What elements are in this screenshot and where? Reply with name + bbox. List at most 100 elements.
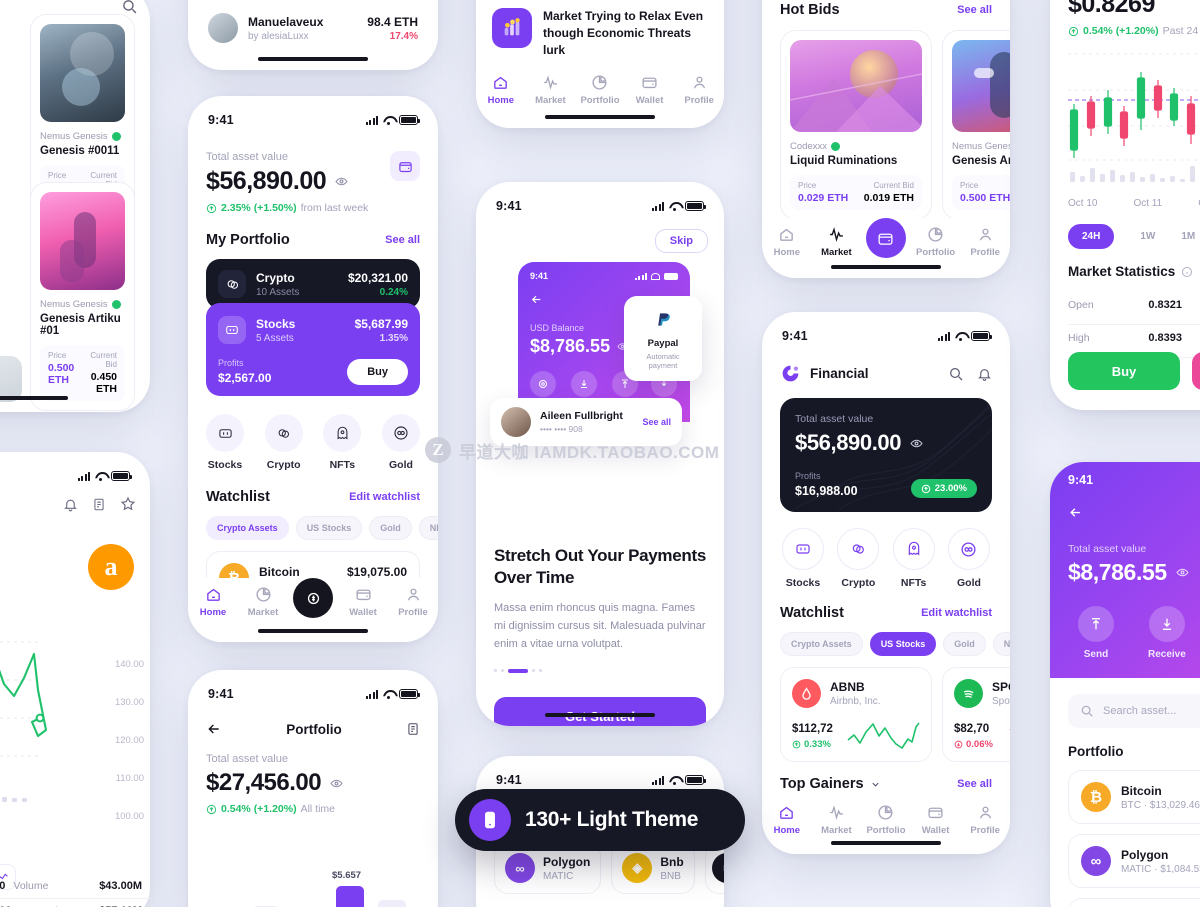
paypal-card[interactable]: Paypal Automatic payment	[624, 296, 702, 381]
filter-chip-us-stocks[interactable]: US Stocks	[869, 632, 937, 656]
tab-label: Market	[821, 825, 852, 836]
tab-home[interactable]: Home	[188, 586, 238, 618]
stock-card-spot[interactable]: SPOT Spotify Tec $82,70 0.06%	[942, 667, 1010, 762]
asset-row-solana[interactable]: Solana	[1068, 898, 1200, 907]
edit-watchlist-link[interactable]: Edit watchlist	[921, 607, 992, 619]
tab-market[interactable]: Market	[238, 586, 288, 618]
quick-action-crypto[interactable]: Crypto	[264, 414, 303, 471]
quick-action-stocks[interactable]: Stocks	[206, 414, 244, 471]
tab-market[interactable]: Market	[526, 74, 576, 106]
nft-card[interactable]: Nemus Genesis Genesis Artiku #01 Price 0…	[30, 182, 135, 411]
nft-list-row[interactable]: Manuelaveux by alesiaLuxx 98.4 ETH 17.4%	[196, 2, 430, 54]
filter-chip-nfts[interactable]: NFTs	[418, 516, 438, 540]
tab-profile[interactable]: Profile	[960, 226, 1010, 258]
document-icon[interactable]	[92, 497, 106, 512]
tab-portfolio[interactable]: Portfolio	[911, 226, 961, 258]
chevron-down-icon[interactable]	[870, 779, 881, 790]
back-arrow-icon[interactable]	[206, 721, 222, 737]
news-headline[interactable]: Market Trying to Relax Even though Econo…	[543, 8, 708, 59]
tab-profile[interactable]: Profile	[960, 804, 1010, 836]
eye-icon[interactable]	[910, 437, 923, 450]
see-all-link[interactable]: See all	[957, 4, 992, 16]
quick-action-nfts[interactable]: NFTs	[323, 414, 362, 471]
range-1m[interactable]: 1M	[1181, 231, 1195, 242]
asset-row-bitcoin[interactable]: ₿ Bitcoin BTC · $13,029.46	[1068, 770, 1200, 824]
portfolio-card-stocks[interactable]: Stocks 5 Assets $5,687.99 1.35% Profits …	[206, 303, 420, 396]
buy-button[interactable]: Buy	[347, 359, 408, 385]
tab-wallet[interactable]: Wallet	[338, 586, 388, 618]
see-all-link[interactable]: See all	[957, 778, 992, 790]
get-started-button[interactable]: Get Started	[494, 696, 706, 726]
creator-name: Nemus Genesis	[952, 141, 1010, 152]
range-24h[interactable]: 24H	[1068, 224, 1115, 249]
tab-bar: Home Market Portfolio Wallet Profile	[762, 796, 1010, 854]
filter-chip-gold[interactable]: Gold	[369, 516, 412, 540]
star-icon[interactable]	[120, 496, 136, 512]
wifi-icon	[669, 202, 680, 211]
action-send[interactable]: Send	[1078, 606, 1114, 660]
fab-button[interactable]	[861, 218, 911, 258]
tab-home[interactable]: Home	[762, 226, 812, 258]
skip-button[interactable]: Skip	[654, 229, 708, 253]
nft-card[interactable]: Nemus Genesis Genesis Artikulugis Price …	[942, 30, 1010, 220]
tab-label: Portfolio	[866, 825, 906, 836]
ethereum-icon: ≡	[711, 853, 724, 883]
asset-row-polygon[interactable]: ∞ Polygon MATIC · $1,084.55	[1068, 834, 1200, 888]
range-1w[interactable]: 1W	[1140, 231, 1155, 242]
eye-icon[interactable]	[1176, 566, 1189, 579]
sell-button[interactable]	[1192, 352, 1200, 390]
wifi-icon	[383, 116, 394, 125]
fab-button[interactable]	[288, 578, 338, 618]
bell-icon[interactable]	[63, 497, 78, 512]
filter-chip-nfts[interactable]: NFTs	[992, 632, 1010, 656]
asset-sub: MATIC · $1,084.55	[1121, 863, 1200, 875]
tab-portfolio[interactable]: Portfolio	[861, 804, 911, 836]
contact-card[interactable]: Aileen Fullbright •••• •••• 908 See all	[490, 398, 682, 446]
quick-action-gold[interactable]: Gold	[947, 528, 990, 589]
tab-label: Market	[247, 607, 279, 618]
sparkline-chart	[847, 722, 920, 749]
filter-chip-crypto-assets[interactable]: Crypto Assets	[206, 516, 289, 540]
home-icon	[494, 76, 508, 89]
buy-button[interactable]: Buy	[1068, 352, 1180, 390]
see-all-link[interactable]: See all	[385, 234, 420, 246]
document-icon[interactable]	[406, 721, 420, 737]
quick-action-stocks[interactable]: Stocks	[782, 528, 824, 589]
search-icon[interactable]	[948, 366, 964, 382]
battery-icon	[971, 331, 992, 341]
eye-icon[interactable]	[330, 777, 343, 790]
search-input[interactable]: Search asset...	[1068, 694, 1200, 728]
quick-action-gold[interactable]: Gold	[381, 414, 420, 471]
tab-home[interactable]: Home	[476, 74, 526, 106]
portfolio-card-crypto[interactable]: Crypto 10 Assets $20,321.00 0.24%	[206, 259, 420, 309]
tab-profile[interactable]: Profile	[388, 586, 438, 618]
cellular-icon	[651, 201, 664, 211]
back-arrow-icon[interactable]	[530, 293, 543, 306]
gainer-name: Polygon	[543, 854, 591, 869]
tab-wallet[interactable]: Wallet	[911, 804, 961, 836]
nft-card[interactable]: Codexxx Liquid Ruminations Price 0.029 E…	[780, 30, 932, 220]
tab-wallet[interactable]: Wallet	[625, 74, 675, 106]
see-all-link[interactable]: See all	[642, 417, 671, 427]
stock-card-abnb[interactable]: ABNB Airbnb, Inc. $112,72 0.33%	[780, 667, 932, 762]
filter-chip-us-stocks[interactable]: US Stocks	[295, 516, 363, 540]
tab-market[interactable]: Market	[812, 804, 862, 836]
edit-watchlist-link[interactable]: Edit watchlist	[349, 491, 420, 503]
bell-icon[interactable]	[977, 366, 992, 382]
wallet-icon[interactable]	[390, 151, 420, 181]
back-arrow-icon[interactable]	[1068, 505, 1083, 520]
filter-chip-crypto-assets[interactable]: Crypto Assets	[780, 632, 863, 656]
crypto-detail-screen: $0.8269 0.54% (+1.20%) Past 24 hours	[1050, 0, 1200, 410]
crypto-price: $0.8269	[1068, 0, 1155, 18]
tab-home[interactable]: Home	[762, 804, 812, 836]
filter-chip-gold[interactable]: Gold	[943, 632, 986, 656]
bar-data-label: $5.657	[332, 870, 362, 881]
tab-market[interactable]: Market	[812, 226, 862, 258]
tab-portfolio[interactable]: Portfolio	[575, 74, 625, 106]
info-icon[interactable]	[1181, 266, 1193, 278]
tab-profile[interactable]: Profile	[674, 74, 724, 106]
action-receive[interactable]: Receive	[1148, 606, 1186, 660]
quick-action-nfts[interactable]: NFTs	[892, 528, 935, 589]
eye-icon[interactable]	[335, 175, 348, 188]
quick-action-crypto[interactable]: Crypto	[837, 528, 880, 589]
